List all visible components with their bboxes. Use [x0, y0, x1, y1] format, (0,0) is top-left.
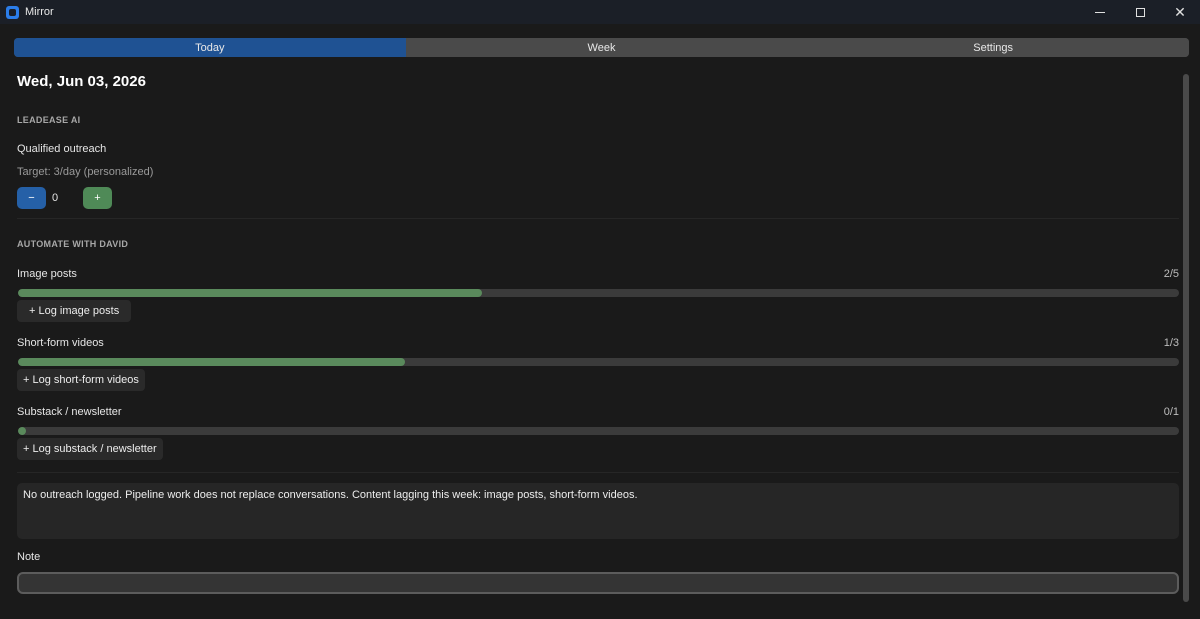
note-input[interactable] [17, 572, 1179, 594]
log-substack-newsletter-button[interactable]: + Log substack / newsletter [17, 438, 163, 460]
qualified-outreach-label: Qualified outreach [17, 143, 107, 155]
image-posts-label: Image posts [17, 268, 77, 280]
title-bar: Mirror ✕ [0, 0, 1200, 24]
substack-newsletter-progress-track [18, 427, 1179, 435]
decrement-button[interactable]: − [17, 187, 46, 209]
section-divider [17, 218, 1179, 219]
short-form-videos-progress-track [18, 358, 1179, 366]
close-icon: ✕ [1174, 4, 1186, 20]
section-title-leadease: LEADEASE AI [17, 115, 81, 125]
tab-week[interactable]: Week [405, 38, 798, 57]
app-icon [6, 5, 19, 19]
image-posts-progress-track [18, 289, 1179, 297]
short-form-videos-label: Short-form videos [17, 337, 104, 349]
close-button[interactable]: ✕ [1160, 0, 1200, 24]
log-image-posts-button[interactable]: + Log image posts [17, 300, 132, 322]
substack-newsletter-count: 0/1 [1163, 406, 1179, 418]
image-posts-progress-fill [18, 289, 483, 297]
image-posts-count: 2/5 [1163, 268, 1179, 280]
scrollbar[interactable] [1183, 74, 1189, 602]
tab-bar: Today Week Settings [14, 38, 1189, 57]
window-title: Mirror [25, 6, 54, 18]
outreach-count-value: 0 [52, 192, 59, 204]
tab-settings[interactable]: Settings [797, 38, 1189, 57]
minimize-icon [1095, 11, 1105, 13]
page-title-date: Wed, Jun 03, 2026 [17, 73, 146, 90]
maximize-button[interactable] [1120, 0, 1160, 24]
substack-newsletter-label: Substack / newsletter [17, 406, 122, 418]
short-form-videos-count: 1/3 [1163, 337, 1179, 349]
maximize-icon [1135, 7, 1145, 17]
target-label: Target: 3/day (personalized) [17, 166, 154, 178]
minimize-button[interactable] [1080, 0, 1120, 24]
section-title-automate: AUTOMATE WITH DAVID [17, 239, 129, 249]
increment-button[interactable]: + [83, 187, 112, 209]
window-controls: ✕ [1080, 0, 1200, 24]
log-short-form-videos-button[interactable]: + Log short-form videos [17, 369, 145, 391]
section-divider-2 [17, 472, 1179, 473]
substack-newsletter-progress-fill [18, 427, 26, 435]
status-message: No outreach logged. Pipeline work does n… [17, 483, 1179, 539]
note-label: Note [17, 551, 41, 563]
tab-today[interactable]: Today [14, 38, 406, 57]
short-form-videos-progress-fill [18, 358, 405, 366]
